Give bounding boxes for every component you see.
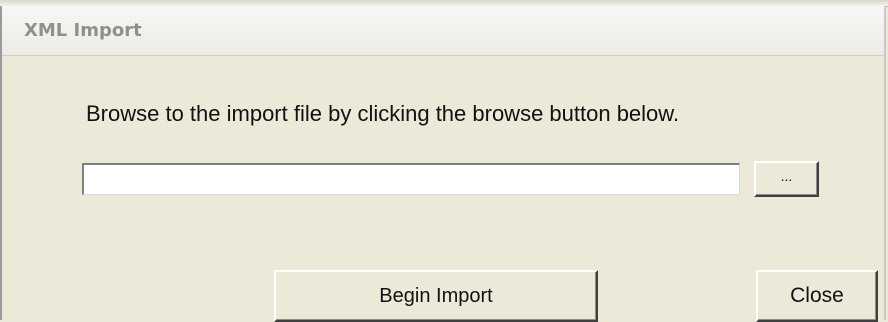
close-button[interactable]: Close: [756, 270, 878, 322]
import-file-path-input[interactable]: [82, 163, 740, 195]
instruction-text: Browse to the import file by clicking th…: [86, 101, 680, 126]
dialog-title: XML Import: [24, 20, 142, 41]
browse-button[interactable]: ...: [754, 161, 819, 197]
begin-import-button[interactable]: Begin Import: [274, 270, 598, 322]
dialog-titlebar[interactable]: XML Import: [2, 6, 884, 56]
xml-import-dialog: XML Import Browse to the import file by …: [0, 6, 886, 322]
